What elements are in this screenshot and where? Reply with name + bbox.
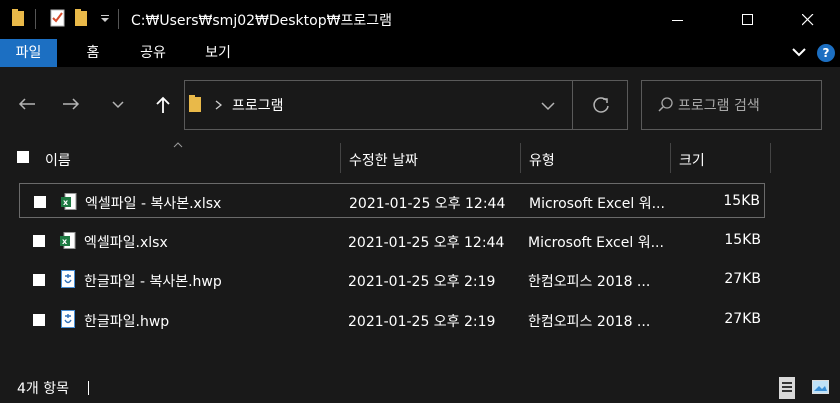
breadcrumb-folder[interactable]: 프로그램 xyxy=(232,95,284,115)
close-icon xyxy=(802,13,814,25)
chevron-right-icon[interactable] xyxy=(215,100,222,110)
item-count: 4개 항목 xyxy=(17,381,69,397)
divider xyxy=(572,81,573,129)
divider xyxy=(35,9,36,29)
select-all-checkbox[interactable] xyxy=(17,151,29,163)
file-name[interactable]: 엑셀파일 - 복사본.xlsx xyxy=(85,193,221,213)
tab-home[interactable]: 홈 xyxy=(75,39,111,67)
title-bar: C:₩Users₩smj02₩Desktop₩프로그램 xyxy=(0,0,840,39)
tab-view[interactable]: 보기 xyxy=(194,39,242,67)
expand-ribbon-icon[interactable] xyxy=(792,48,806,58)
file-modified: 2021-01-25 오후 12:44 xyxy=(348,235,505,251)
row-checkbox[interactable] xyxy=(33,235,45,247)
column-separator[interactable] xyxy=(520,143,521,173)
file-size: 27KB xyxy=(724,271,761,287)
forward-arrow-icon[interactable] xyxy=(62,97,80,111)
file-row[interactable]: x 엑셀파일.xlsx 2021-01-25 오후 12:44 Microsof… xyxy=(19,223,765,258)
recent-locations-chevron-icon[interactable] xyxy=(112,101,124,109)
folder-icon xyxy=(12,9,24,26)
file-modified: 2021-01-25 오후 12:44 xyxy=(349,196,506,212)
minimize-button[interactable] xyxy=(655,0,701,39)
column-type[interactable]: 유형 xyxy=(529,150,555,170)
file-type: 한컴오피스 2018 ... xyxy=(528,314,651,330)
column-modified[interactable]: 수정한 날짜 xyxy=(349,150,418,170)
file-size: 15KB xyxy=(723,193,760,209)
row-checkbox[interactable] xyxy=(34,196,46,208)
column-size[interactable]: 크기 xyxy=(679,150,705,170)
file-name[interactable]: 한글파일.hwp xyxy=(84,311,169,331)
maximize-button[interactable] xyxy=(725,0,771,39)
svg-text:x: x xyxy=(63,198,69,207)
address-bar[interactable]: 프로그램 xyxy=(184,80,628,130)
file-row[interactable]: 한글파일.hwp 2021-01-25 오후 2:19 한컴오피스 2018 .… xyxy=(19,302,765,337)
tab-file[interactable]: 파일 xyxy=(0,39,57,67)
hwp-file-icon xyxy=(61,270,75,288)
excel-file-icon: x xyxy=(60,232,76,249)
file-size: 15KB xyxy=(724,232,761,248)
refresh-icon[interactable] xyxy=(592,96,610,114)
column-separator[interactable] xyxy=(670,143,671,173)
svg-text:x: x xyxy=(62,237,68,246)
file-modified: 2021-01-25 오후 2:19 xyxy=(348,314,496,330)
search-icon xyxy=(658,97,673,112)
file-modified: 2021-01-25 오후 2:19 xyxy=(348,274,496,290)
column-name[interactable]: 이름 xyxy=(45,150,71,170)
file-size: 27KB xyxy=(724,311,761,327)
row-checkbox[interactable] xyxy=(33,314,45,326)
sort-ascending-icon xyxy=(173,142,183,148)
maximize-icon xyxy=(742,13,753,25)
help-icon[interactable]: ? xyxy=(817,44,835,62)
back-arrow-icon[interactable] xyxy=(18,97,36,111)
details-view-button[interactable] xyxy=(779,377,795,399)
column-separator[interactable] xyxy=(340,143,341,173)
status-bar: 4개 항목 xyxy=(0,373,840,403)
column-separator[interactable] xyxy=(770,143,771,173)
details-view-icon xyxy=(782,382,792,392)
file-name[interactable]: 한글파일 - 복사본.hwp xyxy=(84,271,222,291)
divider xyxy=(118,9,119,29)
ribbon: 파일 홈 공유 보기 ? xyxy=(0,39,840,67)
file-row[interactable]: 한글파일 - 복사본.hwp 2021-01-25 오후 2:19 한컴오피스 … xyxy=(19,262,765,297)
large-icons-view-icon[interactable] xyxy=(812,380,830,395)
tab-share[interactable]: 공유 xyxy=(129,39,177,67)
window-title: C:₩Users₩smj02₩Desktop₩프로그램 xyxy=(131,13,392,29)
search-placeholder: 프로그램 검색 xyxy=(678,98,760,114)
folder-icon xyxy=(189,95,201,112)
new-folder-icon[interactable] xyxy=(75,9,89,27)
customize-toolbar-dropdown-icon[interactable] xyxy=(101,15,109,23)
properties-icon[interactable] xyxy=(50,9,66,27)
search-box[interactable]: 프로그램 검색 xyxy=(641,80,822,130)
excel-file-icon: x xyxy=(61,193,77,210)
minimize-icon xyxy=(672,19,683,21)
file-name[interactable]: 엑셀파일.xlsx xyxy=(84,232,168,252)
hwp-file-icon xyxy=(61,310,75,328)
file-type: Microsoft Excel 워... xyxy=(529,196,665,212)
close-button[interactable] xyxy=(785,0,831,39)
column-header xyxy=(0,139,840,177)
row-checkbox[interactable] xyxy=(33,274,45,286)
file-type: Microsoft Excel 워... xyxy=(528,235,664,251)
file-row[interactable]: x 엑셀파일 - 복사본.xlsx 2021-01-25 오후 12:44 Mi… xyxy=(19,183,765,218)
divider xyxy=(88,381,89,395)
up-arrow-icon[interactable] xyxy=(155,96,171,114)
address-dropdown-icon[interactable] xyxy=(541,102,555,111)
file-type: 한컴오피스 2018 ... xyxy=(528,274,651,290)
